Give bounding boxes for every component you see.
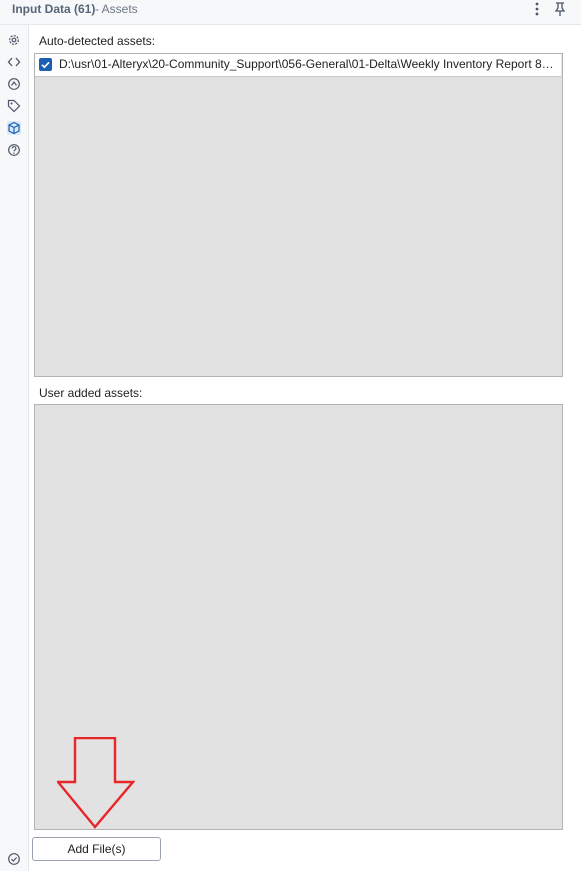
user-added-label: User added assets: [39,386,143,400]
tag-icon[interactable] [7,99,21,113]
side-icon-rail [0,25,29,871]
asset-path: D:\usr\01-Alteryx\20-Community_Support\0… [59,57,557,71]
check-circle-icon[interactable] [7,852,21,866]
pin-icon[interactable] [553,1,567,17]
annotation-icon[interactable] [7,77,21,91]
kebab-menu-icon[interactable] [531,1,543,17]
panel-title: Input Data (61) [12,2,96,16]
panel-header: Input Data (61) - Assets [0,0,581,25]
code-icon[interactable] [7,55,21,69]
gear-icon[interactable] [7,33,21,47]
auto-detected-label: Auto-detected assets: [39,34,156,48]
auto-detected-assets-list [34,53,563,377]
assets-icon[interactable] [7,121,21,135]
asset-checkbox[interactable] [39,58,52,71]
add-files-button[interactable]: Add File(s) [32,837,161,861]
panel-subtitle: - Assets [95,2,138,16]
help-icon[interactable] [7,143,21,157]
annotation-arrow-icon [57,737,135,829]
asset-row[interactable]: D:\usr\01-Alteryx\20-Community_Support\0… [35,54,561,77]
